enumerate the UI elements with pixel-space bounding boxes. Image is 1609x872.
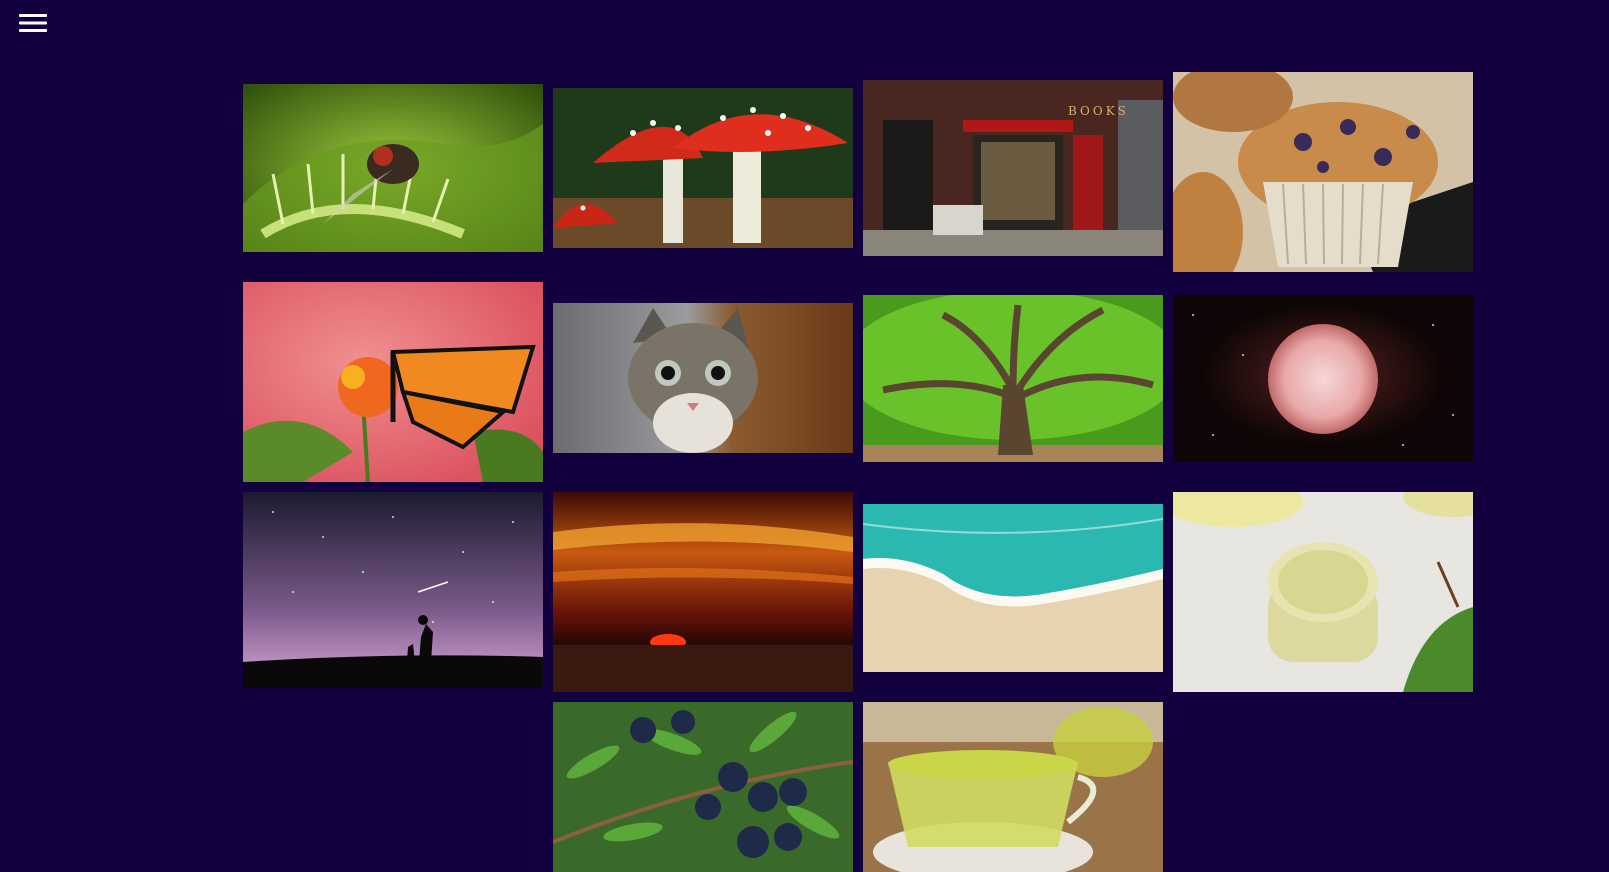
photo-tile-blueberry-muffins[interactable] [1173,72,1473,272]
photo-tile-green-tea[interactable] [863,702,1163,872]
sunset-photo [553,492,853,692]
blueberry-branch-photo [553,702,853,872]
photo-tile-kitten[interactable] [553,303,853,453]
kitten-photo [553,303,853,453]
bookstore-photo: BOOKS [863,80,1163,256]
venus-flytrap-fly-photo [243,84,543,252]
green-tea-photo [863,702,1163,872]
monarch-butterfly-photo [243,282,543,482]
balm-jar-photo [1173,492,1473,692]
night-sky-photo [243,492,543,688]
photo-tile-oak-tree[interactable] [863,295,1163,462]
photo-tile-venus-flytrap[interactable] [243,84,543,252]
photo-tile-blueberry-branch[interactable] [553,702,853,872]
red-planet-photo [1173,295,1473,462]
photo-tile-beach-wave[interactable] [863,504,1163,672]
photo-gallery: BOOKS [0,0,1609,872]
photo-tile-red-planet[interactable] [1173,295,1473,462]
blueberry-muffins-photo [1173,72,1473,272]
photo-tile-red-mushrooms[interactable] [553,88,853,248]
photo-tile-night-sky[interactable] [243,492,543,688]
photo-tile-bookstore[interactable]: BOOKS [863,80,1163,256]
oak-tree-photo [863,295,1163,462]
beach-wave-photo [863,504,1163,672]
red-mushrooms-photo [553,88,853,248]
photo-tile-sunset[interactable] [553,492,853,692]
svg-text:BOOKS: BOOKS [1068,104,1129,118]
photo-tile-monarch-butterfly[interactable] [243,282,543,482]
photo-tile-balm-jar[interactable] [1173,492,1473,692]
